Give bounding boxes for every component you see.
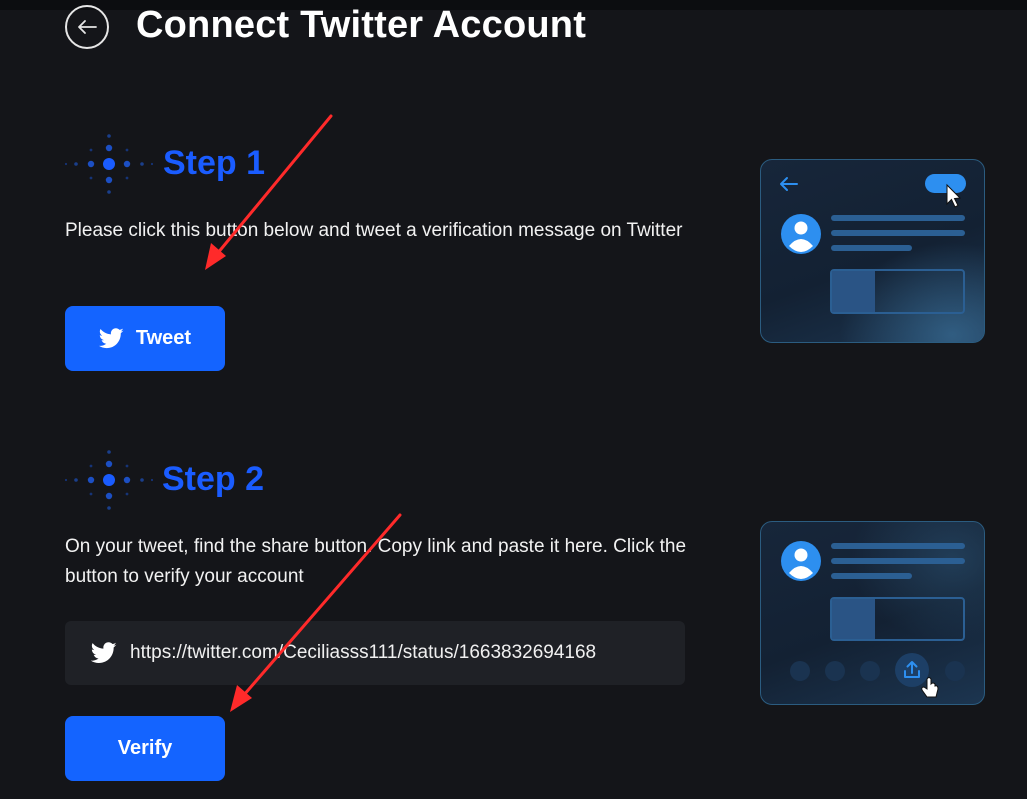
verify-button-label: Verify: [117, 737, 173, 759]
verify-button[interactable]: Verify: [65, 716, 225, 781]
tweet-link-input[interactable]: [130, 642, 659, 664]
toggle-icon: [925, 174, 966, 193]
back-arrow-icon: [78, 20, 97, 34]
step-2-description: On your tweet, find the share button. Co…: [65, 536, 687, 587]
tweet-button-label: Tweet: [135, 327, 192, 349]
tweet-button[interactable]: Tweet: [65, 306, 225, 371]
twitter-bird-icon: [98, 328, 124, 349]
step-2-dots-icon: [64, 450, 154, 510]
step-2-illustration: [760, 521, 985, 705]
step-1-description: Please click this button below and tweet…: [65, 220, 683, 241]
step-1-dots-icon: [64, 134, 154, 194]
connect-twitter-page: Connect Twitter Account Step 1 Please cl…: [0, 0, 1027, 799]
step-2-title: Step 2: [162, 460, 265, 498]
step-1-illustration: [760, 159, 985, 343]
twitter-bird-icon: [91, 642, 117, 663]
back-button[interactable]: [65, 5, 109, 49]
step-1-title: Step 1: [163, 144, 266, 182]
tweet-link-field[interactable]: [65, 621, 685, 685]
page-title: Connect Twitter Account: [136, 4, 587, 46]
